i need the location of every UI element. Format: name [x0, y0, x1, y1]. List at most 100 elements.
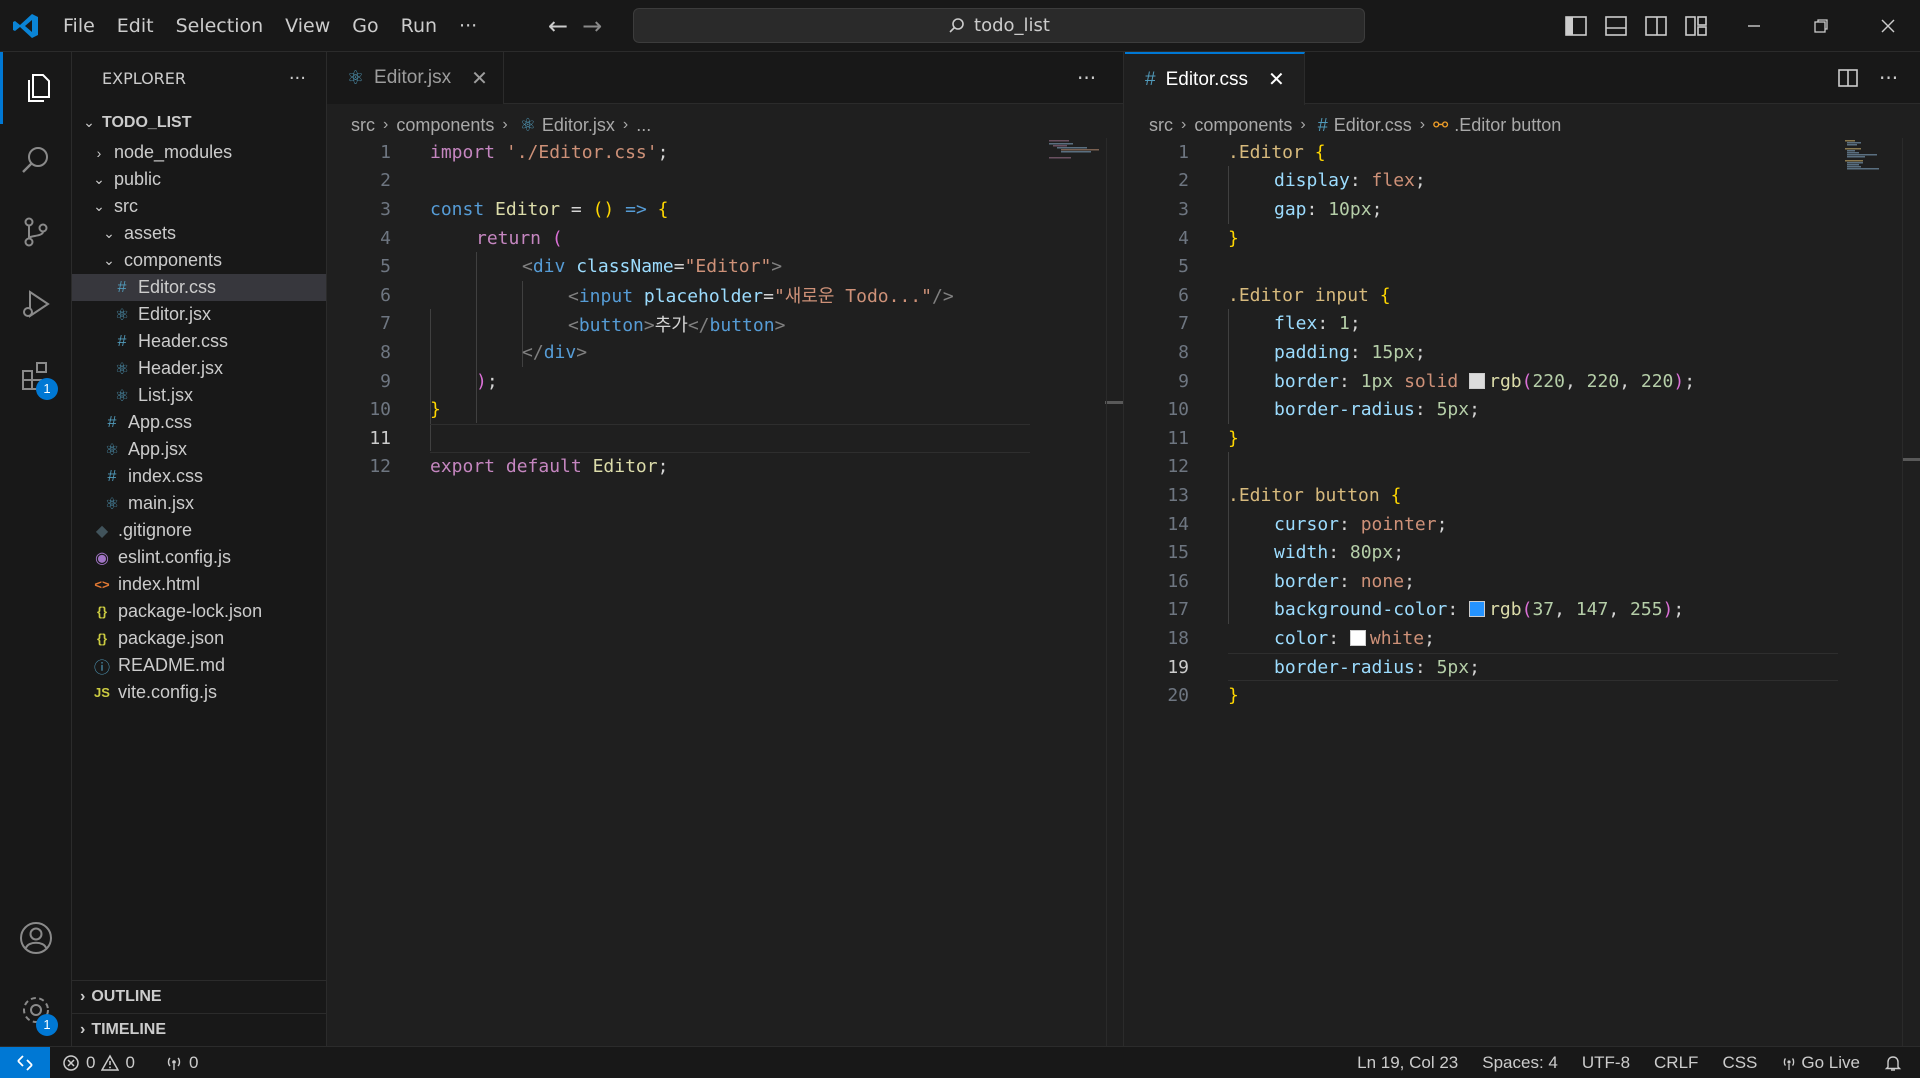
code-text: display: flex; [1274, 170, 1426, 192]
tree-item[interactable]: ⓘ README.md [72, 652, 326, 679]
tree-item[interactable]: # Header.css [72, 328, 326, 355]
command-center-search[interactable]: todo_list [633, 8, 1365, 43]
tree-item[interactable]: ⚛ List.jsx [72, 382, 326, 409]
tab-editor-jsx[interactable]: ⚛ Editor.jsx ✕ [327, 52, 504, 104]
search-activity-icon[interactable] [0, 124, 72, 196]
remote-indicator-icon[interactable] [0, 1047, 50, 1078]
more-actions-icon[interactable]: ··· [1077, 66, 1096, 90]
tree-item[interactable]: ⚛ App.jsx [72, 436, 326, 463]
line-number: 1 [380, 141, 391, 163]
code-text: import './Editor.css'; [430, 141, 669, 163]
close-tab-icon[interactable]: ✕ [471, 66, 488, 91]
breadcrumb-item[interactable]: src [351, 115, 375, 136]
warning-icon [101, 1054, 120, 1071]
tree-item[interactable]: ⌄ public [72, 166, 326, 193]
language-mode[interactable]: CSS [1722, 1053, 1757, 1073]
minimap-right[interactable] [1843, 138, 1903, 178]
breadcrumb-item[interactable]: components [1194, 115, 1292, 136]
html-file-icon: <> [94, 577, 110, 592]
menu-bar: File Edit Selection View Go Run ··· [52, 0, 488, 52]
tree-item[interactable]: › node_modules [72, 139, 326, 166]
line-number: 10 [1167, 399, 1189, 421]
color-swatch-blue[interactable] [1469, 601, 1486, 618]
vertical-scrollbar-right[interactable] [1902, 138, 1920, 1046]
tree-item[interactable]: ◆ .gitignore [72, 517, 326, 544]
menu-edit[interactable]: Edit [106, 0, 165, 52]
minimize-icon[interactable] [1720, 0, 1787, 52]
minimap-left[interactable] [1047, 138, 1107, 178]
split-editor-icon[interactable] [1837, 67, 1859, 89]
tree-item[interactable]: ⌄ assets [72, 220, 326, 247]
line-number: 5 [1178, 256, 1189, 278]
tab-editor-css[interactable]: # Editor.css ✕ [1125, 52, 1305, 105]
customize-layout-icon[interactable] [1683, 13, 1709, 39]
menu-view[interactable]: View [274, 0, 341, 52]
toggle-panel-icon[interactable] [1603, 13, 1629, 39]
source-control-icon[interactable] [0, 196, 72, 268]
line-number: 8 [1178, 341, 1189, 363]
toggle-secondary-sidebar-icon[interactable] [1643, 13, 1669, 39]
tree-item[interactable]: ⚛ Editor.jsx [72, 301, 326, 328]
timeline-section[interactable]: › TIMELINE [72, 1013, 326, 1046]
cursor-position[interactable]: Ln 19, Col 23 [1357, 1053, 1458, 1073]
status-problems[interactable]: 0 0 0 [62, 1047, 198, 1078]
explorer-icon[interactable] [0, 52, 72, 124]
toggle-primary-sidebar-icon[interactable] [1563, 13, 1589, 39]
breadcrumb-separator-icon: › [622, 116, 629, 133]
tree-item[interactable]: <> index.html [72, 571, 326, 598]
encoding[interactable]: UTF-8 [1582, 1053, 1630, 1073]
go-live-button[interactable]: Go Live [1781, 1053, 1860, 1073]
close-window-icon[interactable] [1854, 0, 1920, 52]
tree-item[interactable]: ⌄ src [72, 193, 326, 220]
menu-run[interactable]: Run [390, 0, 448, 52]
menu-selection[interactable]: Selection [165, 0, 275, 52]
tree-item[interactable]: {} package-lock.json [72, 598, 326, 625]
color-swatch-gray[interactable] [1469, 372, 1486, 389]
tree-item[interactable]: ◉ eslint.config.js [72, 544, 326, 571]
menu-file[interactable]: File [52, 0, 106, 52]
tree-item[interactable]: JS vite.config.js [72, 679, 326, 706]
tree-root-todo-list[interactable]: ⌄ TODO_LIST [72, 106, 326, 139]
accounts-icon[interactable] [0, 902, 72, 974]
tree-item[interactable]: # index.css [72, 463, 326, 490]
breadcrumb-item[interactable]: Editor.jsx [542, 115, 615, 136]
menu-more[interactable]: ··· [448, 0, 488, 52]
line-number: 3 [380, 198, 391, 220]
ports-broadcast-icon[interactable] [165, 1054, 183, 1072]
vscode-logo-icon [13, 14, 38, 38]
chevron-down-icon: ⌄ [83, 114, 95, 130]
error-count: 0 [86, 1053, 96, 1072]
close-tab-icon[interactable]: ✕ [1268, 67, 1285, 92]
back-arrow-icon[interactable]: ← [548, 12, 568, 40]
breadcrumb-item[interactable]: components [396, 115, 494, 136]
breadcrumb-item[interactable]: .Editor button [1454, 115, 1561, 136]
react-file-icon: ⚛ [519, 114, 536, 135]
breadcrumb-item[interactable]: Editor.css [1334, 115, 1412, 136]
tree-item[interactable]: ⌄ components [72, 247, 326, 274]
notifications-bell-icon[interactable] [1884, 1054, 1902, 1072]
color-swatch-white[interactable] [1349, 629, 1366, 646]
indentation[interactable]: Spaces: 4 [1482, 1053, 1558, 1073]
vertical-scrollbar-left[interactable] [1106, 138, 1124, 1046]
end-of-line[interactable]: CRLF [1654, 1053, 1698, 1073]
forward-arrow-icon[interactable]: → [582, 12, 602, 40]
code-line: 3 gap: 10px; [1125, 195, 1920, 224]
tree-item[interactable]: # App.css [72, 409, 326, 436]
more-actions-icon[interactable]: ··· [1879, 66, 1898, 90]
outline-section[interactable]: › OUTLINE [72, 980, 326, 1013]
extensions-icon[interactable]: 1 [0, 340, 72, 412]
line-number: 7 [1178, 313, 1189, 335]
breadcrumb-item[interactable]: ... [636, 115, 651, 136]
tree-item[interactable]: # Editor.css [72, 274, 326, 301]
tree-item-label: App.jsx [128, 439, 188, 459]
manage-gear-icon[interactable]: 1 [0, 974, 72, 1046]
tree-item[interactable]: ⚛ Header.jsx [72, 355, 326, 382]
tree-item[interactable]: {} package.json [72, 625, 326, 652]
explorer-more-button[interactable]: ··· [289, 68, 306, 89]
tree-item[interactable]: ⚛ main.jsx [72, 490, 326, 517]
menu-go[interactable]: Go [341, 0, 389, 52]
code-line: 4 return ( [327, 224, 1123, 253]
run-and-debug-icon[interactable] [0, 268, 72, 340]
restore-icon[interactable] [1787, 0, 1854, 52]
breadcrumb-item[interactable]: src [1149, 115, 1173, 136]
